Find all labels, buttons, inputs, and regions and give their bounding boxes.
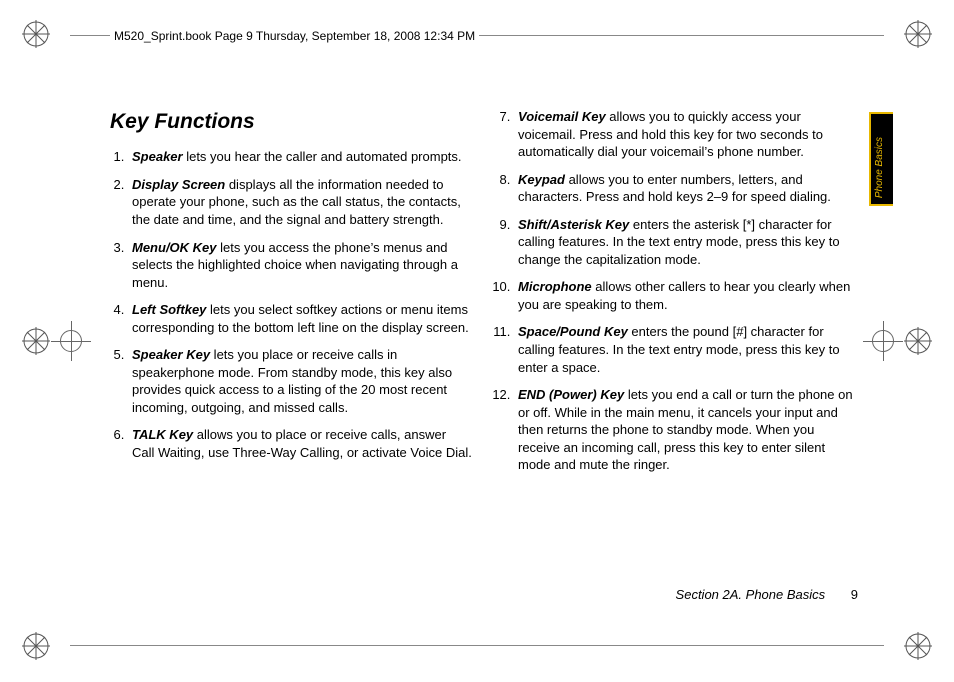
item-desc: lets you hear the caller and automated p… (183, 149, 462, 164)
page-number: 9 (851, 587, 858, 602)
item-term: Space/Pound Key (518, 324, 628, 339)
item-term: END (Power) Key (518, 387, 624, 402)
list-item: TALK Key allows you to place or receive … (128, 426, 472, 461)
section-tab: Phone Basics (869, 112, 893, 206)
section-tab-label: Phone Basics (874, 137, 885, 198)
page-footer: Section 2A. Phone Basics 9 (676, 587, 858, 602)
list-item: Microphone allows other callers to hear … (514, 278, 858, 313)
column-right: Voicemail Key allows you to quickly acce… (496, 108, 858, 602)
list-item: END (Power) Key lets you end a call or t… (514, 386, 858, 474)
registration-mark-icon (22, 20, 50, 48)
list-item: Shift/Asterisk Key enters the asterisk [… (514, 216, 858, 269)
key-functions-list-left: Speaker lets you hear the caller and aut… (110, 148, 472, 461)
item-term: Speaker Key (132, 347, 210, 362)
list-item: Menu/OK Key lets you access the phone’s … (128, 239, 472, 292)
crosshair-icon (60, 330, 82, 352)
item-term: Left Softkey (132, 302, 206, 317)
item-term: Speaker (132, 149, 183, 164)
item-term: Keypad (518, 172, 565, 187)
item-term: Shift/Asterisk Key (518, 217, 629, 232)
list-item: Voicemail Key allows you to quickly acce… (514, 108, 858, 161)
item-desc: allows you to enter numbers, letters, an… (518, 172, 831, 205)
list-item: Speaker Key lets you place or receive ca… (128, 346, 472, 416)
item-term: Voicemail Key (518, 109, 606, 124)
footer-section: Section 2A. Phone Basics (676, 587, 826, 602)
list-item: Keypad allows you to enter numbers, lett… (514, 171, 858, 206)
registration-mark-icon (22, 632, 50, 660)
registration-mark-icon (22, 327, 50, 355)
list-item: Display Screen displays all the informat… (128, 176, 472, 229)
registration-mark-icon (904, 327, 932, 355)
item-term: Menu/OK Key (132, 240, 217, 255)
list-item: Speaker lets you hear the caller and aut… (128, 148, 472, 166)
list-item: Left Softkey lets you select softkey act… (128, 301, 472, 336)
item-term: Microphone (518, 279, 592, 294)
print-header: M520_Sprint.book Page 9 Thursday, Septem… (110, 29, 479, 43)
column-left: Key Functions Speaker lets you hear the … (110, 108, 472, 602)
list-item: Space/Pound Key enters the pound [#] cha… (514, 323, 858, 376)
item-term: Display Screen (132, 177, 225, 192)
item-term: TALK Key (132, 427, 193, 442)
crosshair-icon (872, 330, 894, 352)
section-title: Key Functions (110, 108, 472, 136)
registration-mark-icon (904, 20, 932, 48)
footer-rule (70, 645, 884, 646)
key-functions-list-right: Voicemail Key allows you to quickly acce… (496, 108, 858, 474)
page-content: Key Functions Speaker lets you hear the … (110, 108, 858, 602)
registration-mark-icon (904, 632, 932, 660)
